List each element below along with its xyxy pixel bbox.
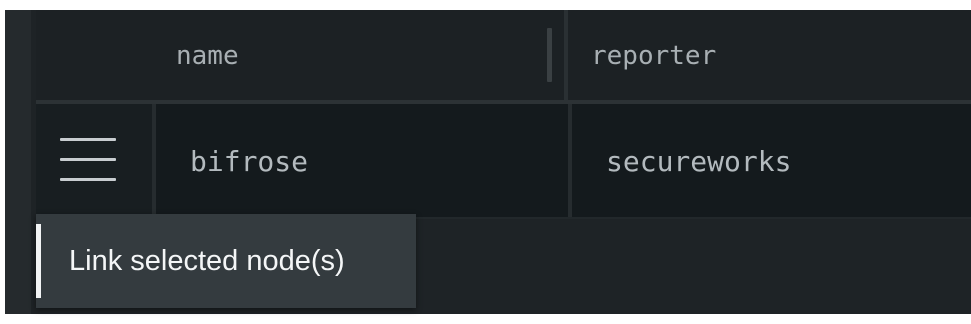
tooltip: Link selected node(s) bbox=[36, 214, 416, 308]
menu-icon-line bbox=[60, 158, 116, 161]
menu-icon[interactable] bbox=[60, 138, 116, 182]
screenshot-frame: name reporter bifrose secureworks Link s… bbox=[0, 0, 971, 324]
table-row[interactable]: bifrose secureworks bbox=[36, 104, 971, 218]
column-divider bbox=[564, 10, 568, 101]
cell-reporter[interactable]: secureworks bbox=[606, 104, 966, 218]
column-header-name[interactable]: name bbox=[176, 10, 566, 101]
tooltip-accent-bar bbox=[36, 224, 41, 298]
cell-name[interactable]: bifrose bbox=[190, 104, 560, 218]
column-header-reporter[interactable]: reporter bbox=[591, 10, 971, 101]
menu-icon-line bbox=[60, 138, 116, 141]
table-header: name reporter bbox=[36, 10, 971, 101]
menu-icon-line bbox=[60, 178, 116, 181]
row-handle-cell[interactable] bbox=[36, 104, 152, 218]
tooltip-text: Link selected node(s) bbox=[69, 244, 345, 277]
cell-divider bbox=[152, 104, 156, 218]
cell-divider bbox=[568, 104, 572, 218]
column-resize-handle[interactable] bbox=[547, 28, 552, 82]
panel-left-edge bbox=[5, 10, 31, 314]
